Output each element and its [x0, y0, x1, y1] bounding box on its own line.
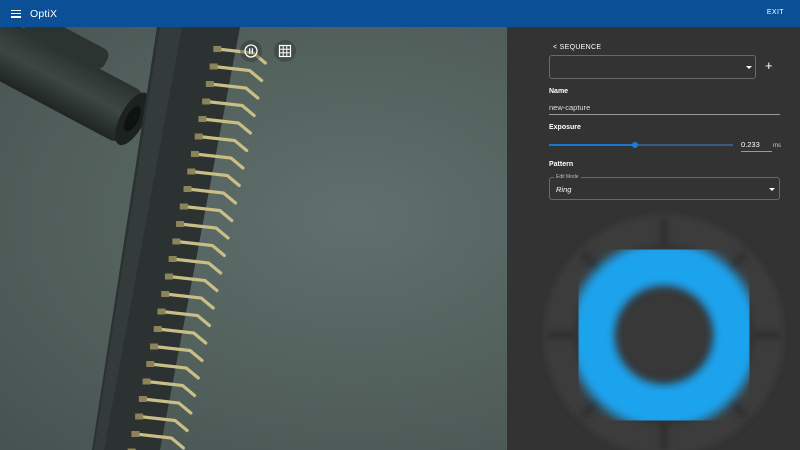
pause-circle-icon: [244, 44, 258, 58]
connector-pin-base: [209, 63, 218, 70]
exposure-label: Exposure: [549, 124, 581, 131]
add-sequence-button[interactable]: +: [765, 58, 773, 73]
connector-pin-base: [153, 326, 162, 332]
sequence-select[interactable]: [549, 55, 756, 79]
connector-pin-base: [202, 98, 211, 105]
pause-button[interactable]: [240, 40, 262, 62]
connector-pin-base: [172, 238, 181, 245]
app-title: OptiX: [30, 7, 58, 20]
chevron-down-icon: [746, 66, 752, 69]
edit-mode-select[interactable]: Edit Mode Ring: [549, 174, 780, 200]
connector-pin-base: [187, 168, 196, 175]
connector-pin-base: [131, 431, 140, 437]
name-label: Name: [549, 88, 569, 95]
slider-fill: [549, 144, 636, 146]
connector-pin-base: [138, 396, 147, 402]
exposure-input[interactable]: 0.233: [741, 140, 772, 152]
exposure-unit: ms: [773, 143, 781, 149]
connector-pin-base: [179, 203, 188, 210]
slider-thumb[interactable]: [632, 142, 639, 148]
pattern-preview[interactable]: [507, 209, 800, 450]
chevron-down-icon: [769, 188, 775, 191]
grid-icon: [278, 44, 292, 58]
connector-pin-base: [157, 308, 166, 315]
exit-button[interactable]: EXIT: [767, 9, 784, 16]
connector-pin-base: [194, 133, 203, 140]
sequence-back-button[interactable]: < SEQUENCE: [553, 44, 601, 51]
connector-pin-base: [135, 413, 144, 420]
connector-pin-base: [183, 186, 192, 192]
connector-pin-base: [146, 361, 155, 367]
connector-pin-base: [190, 151, 199, 157]
connector-pin-base: [142, 378, 151, 385]
connector-pin-base: [168, 256, 177, 262]
sequence-panel: < SEQUENCE + Name new-capture Exposure 0…: [507, 27, 800, 450]
connector-pin-base: [198, 116, 207, 122]
connector-pin-base: [164, 273, 173, 280]
exposure-slider[interactable]: [549, 140, 733, 150]
camera-feed-image: [0, 27, 267, 450]
camera-viewport[interactable]: [0, 27, 507, 450]
connector-pin-base: [213, 46, 222, 52]
connector-pin-base: [205, 81, 214, 87]
name-input[interactable]: new-capture: [549, 102, 780, 115]
connector-pin-base: [176, 221, 185, 227]
menu-icon[interactable]: [11, 9, 21, 18]
connector-pin-base: [150, 343, 159, 350]
app-bar: OptiX EXIT: [0, 0, 800, 27]
grid-button[interactable]: [274, 40, 296, 62]
connector-pin-base: [161, 291, 170, 297]
pattern-label: Pattern: [549, 161, 574, 168]
edit-mode-value: Ring: [556, 185, 572, 194]
edit-mode-label: Edit Mode: [554, 174, 581, 180]
